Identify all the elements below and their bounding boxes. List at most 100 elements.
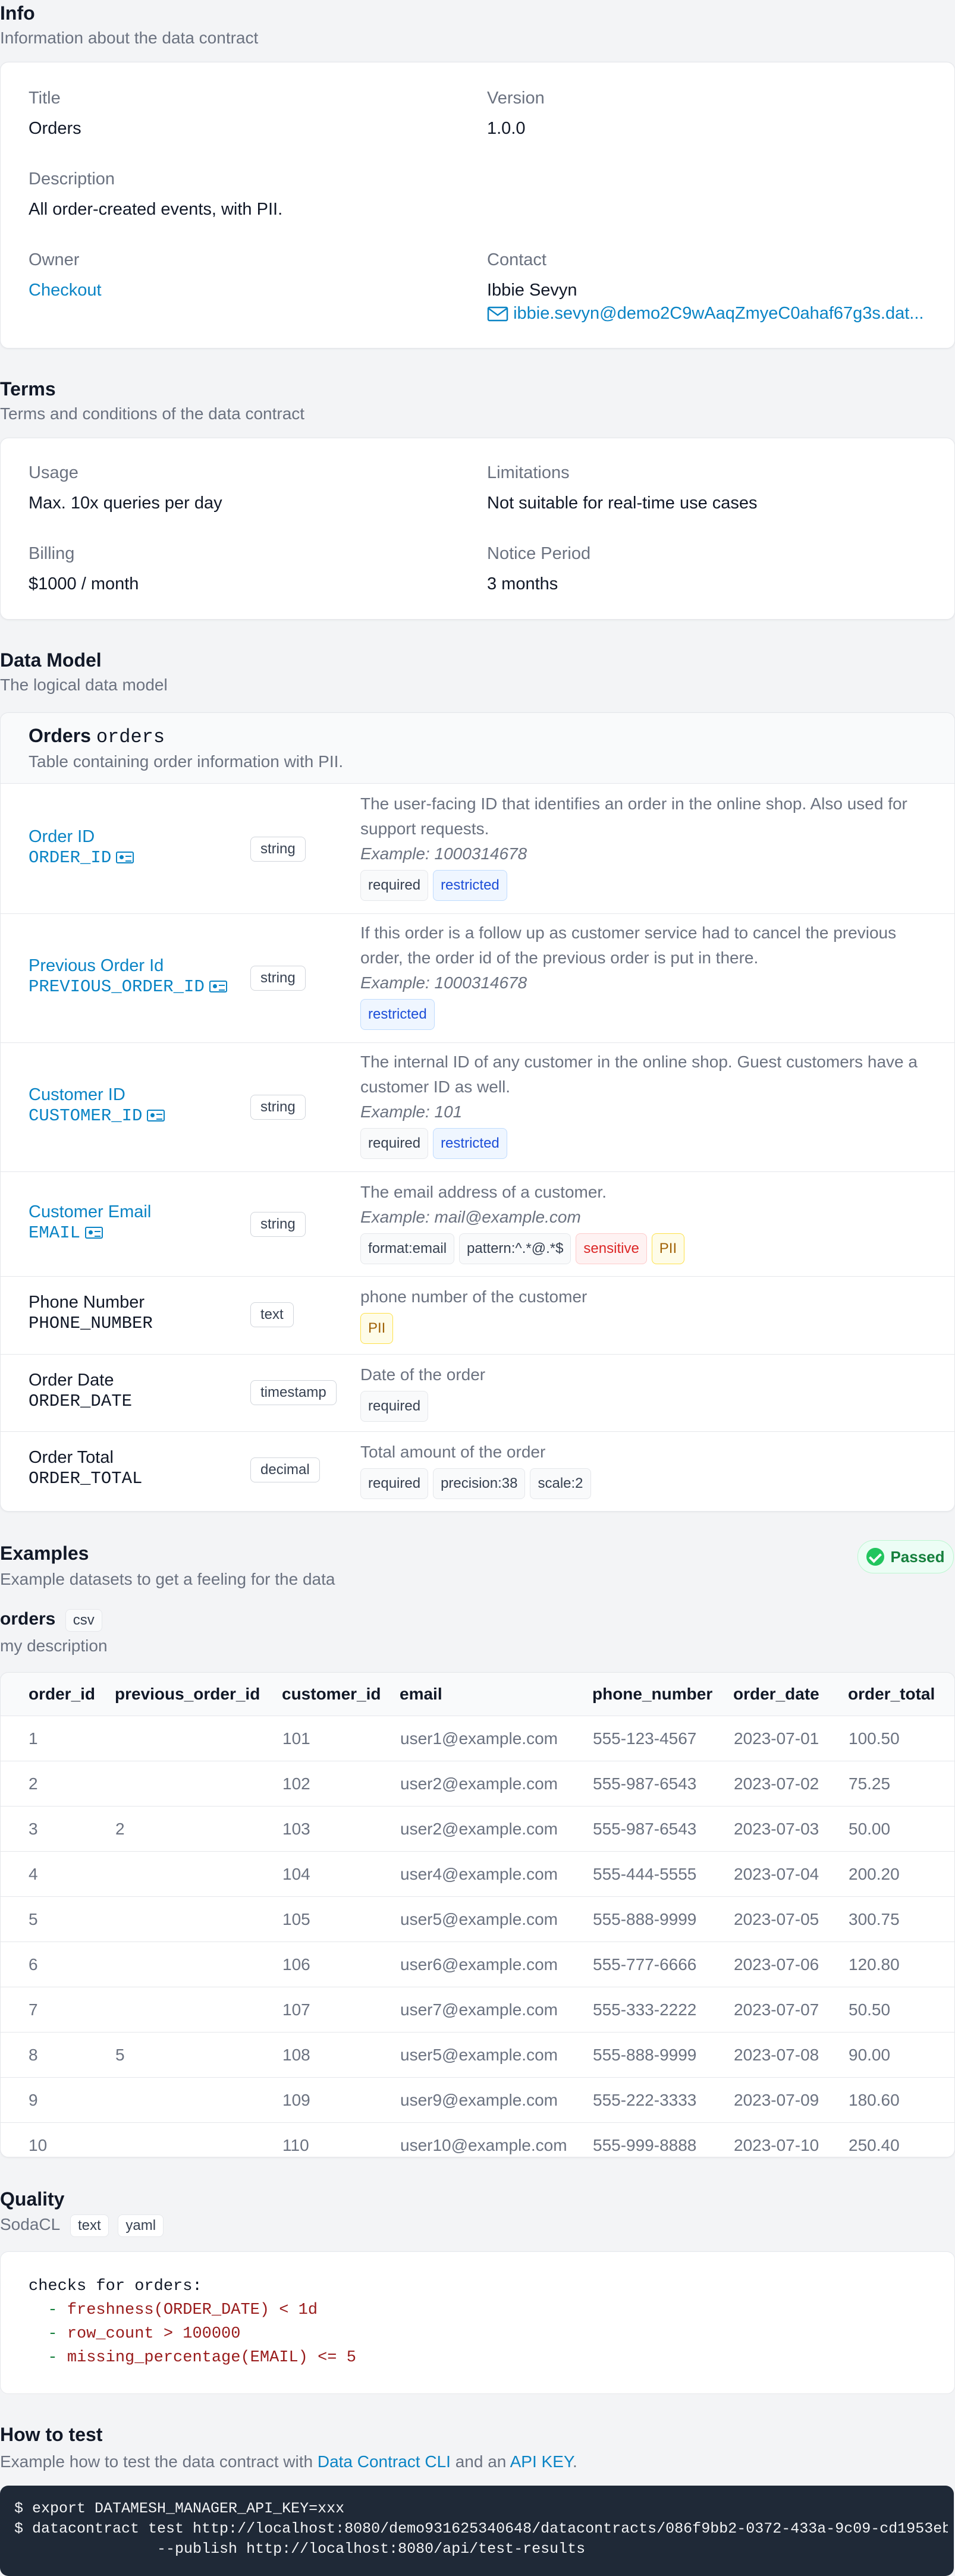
table-cell: 5 [115, 2032, 282, 2078]
table-cell: 101 [282, 1716, 400, 1761]
terminal-line: $ export DATAMESH_MANAGER_API_KEY=xxx [14, 2500, 345, 2517]
table-cell: 2 [1, 1761, 115, 1807]
table-cell: 2 [115, 1806, 282, 1852]
quality-code: checks for orders: - freshness(ORDER_DAT… [29, 2277, 356, 2367]
contact-email-row[interactable]: ibbie.sevyn@demo2C9wAaqZmyeC0ahaf67g3s.d… [487, 304, 939, 323]
field-name-cell: Order Date ORDER_DATE [29, 1371, 132, 1411]
field-title[interactable]: Order ID [29, 827, 134, 847]
table-cell: 110 [282, 2122, 400, 2157]
table-cell: 555-777-6666 [592, 1942, 733, 1987]
usage-label: Usage [29, 463, 78, 482]
type-badge: text [250, 1302, 294, 1327]
field-physical-name: ORDER_ID [29, 848, 112, 868]
field-row-previous-order-id[interactable]: Previous Order Id PREVIOUS_ORDER_ID stri… [1, 913, 954, 1043]
field-name: ORDER_TOTAL [29, 1469, 143, 1488]
version-label: Version [487, 89, 545, 108]
field-tags: PII [360, 1313, 943, 1344]
model-title-row: Orders orders [29, 725, 165, 748]
version-value: 1.0.0 [487, 119, 526, 138]
id-card-icon [85, 1227, 103, 1239]
limitations-value: Not suitable for real-time use cases [487, 494, 758, 513]
tag-restricted: restricted [360, 999, 435, 1030]
table-cell: 2023-07-03 [733, 1806, 848, 1852]
terms-card: Usage Max. 10x queries per day Limitatio… [0, 438, 955, 620]
table-cell: 2023-07-05 [733, 1896, 848, 1942]
field-description: Date of the order [360, 1365, 486, 1384]
table-cell: user4@example.com [400, 1851, 592, 1897]
passed-label: Passed [890, 1547, 945, 1566]
cli-link[interactable]: Data Contract CLI [318, 2452, 451, 2471]
table-cell [115, 1987, 282, 2032]
table-row: 10 110 user10@example.com 555-999-8888 2023-… [1, 2122, 954, 2157]
table-cell: 180.60 [848, 2077, 954, 2123]
field-description: If this order is a follow up as customer… [360, 923, 897, 967]
field-row-order-total[interactable]: Order Total ORDER_TOTAL decimal Total am… [1, 1431, 954, 1510]
field-description: The email address of a customer. [360, 1183, 607, 1201]
table-cell: 4 [1, 1851, 115, 1897]
table-cell: 555-222-3333 [592, 2077, 733, 2123]
tag-required: required [360, 870, 429, 901]
field-tags: restricted [360, 999, 943, 1030]
type-badge: string [250, 1212, 306, 1237]
field-physical-name: PREVIOUS_ORDER_ID [29, 977, 205, 997]
check-circle-icon [866, 1548, 885, 1566]
field-name: PHONE_NUMBER [29, 1314, 153, 1333]
version-field: Version 1.0.0 [487, 89, 545, 139]
column-header: order_date [733, 1673, 848, 1716]
type-badge: string [250, 837, 306, 862]
table-cell: 3 [1, 1806, 115, 1852]
field-title[interactable]: Previous Order Id [29, 956, 227, 976]
code-head: checks for orders: [29, 2277, 202, 2295]
notice-value: 3 months [487, 574, 558, 593]
field-title: Phone Number [29, 1293, 145, 1312]
field-title[interactable]: Customer Email [29, 1202, 151, 1222]
table-row: 2 102 user2@example.com 555-987-6543 2023-07… [1, 1761, 954, 1807]
field-row-customer-id[interactable]: Customer ID CUSTOMER_ID string The inter… [1, 1042, 954, 1172]
column-header: email [400, 1673, 592, 1716]
field-name-cell: Previous Order Id PREVIOUS_ORDER_ID [29, 956, 227, 997]
text-toggle-button[interactable]: text [70, 2214, 109, 2237]
table-cell: user9@example.com [400, 2077, 592, 2123]
table-cell: user1@example.com [400, 1716, 592, 1761]
table-cell: 200.20 [848, 1851, 954, 1897]
terms-title: Terms [0, 378, 56, 400]
billing-field: Billing $1000 / month [29, 544, 139, 594]
subtitle-text: . [572, 2452, 577, 2471]
info-title: Info [0, 2, 35, 24]
table-cell: 555-333-2222 [592, 1987, 733, 2032]
table-cell [115, 1851, 282, 1897]
table-row: 9 109 user9@example.com 555-222-3333 2023-07… [1, 2077, 954, 2123]
contact-email-link[interactable]: ibbie.sevyn@demo2C9wAaqZmyeC0ahaf67g3s.d… [513, 304, 923, 323]
field-tags: required [360, 1391, 943, 1422]
billing-label: Billing [29, 544, 75, 563]
yaml-toggle-button[interactable]: yaml [118, 2214, 164, 2237]
table-cell: 109 [282, 2077, 400, 2123]
table-cell: 555-444-5555 [592, 1851, 733, 1897]
mail-icon [487, 307, 508, 322]
table-cell: 555-888-9999 [592, 2032, 733, 2078]
notice-label: Notice Period [487, 544, 591, 563]
table-cell: 120.80 [848, 1942, 954, 1987]
table-cell: 300.75 [848, 1896, 954, 1942]
field-title: Order Date [29, 1371, 114, 1390]
dataset-description: my description [0, 1636, 108, 1655]
field-name: ORDER_DATE [29, 1391, 133, 1411]
quality-type-row: SodaCL text yaml [0, 2214, 168, 2237]
tag-scale: scale:2 [530, 1468, 591, 1499]
field-description: phone number of the customer [360, 1287, 588, 1306]
field-name: PREVIOUS_ORDER_ID [29, 977, 227, 997]
field-row-phone-number[interactable]: Phone Number PHONE_NUMBER text phone num… [1, 1276, 954, 1355]
field-details: Total amount of the order required precis… [360, 1440, 943, 1499]
field-example: Example: 1000314678 [360, 973, 527, 992]
field-title[interactable]: Customer ID [29, 1085, 165, 1105]
owner-link[interactable]: Checkout [29, 281, 102, 300]
field-row-customer-email[interactable]: Customer Email EMAIL string The email ad… [1, 1171, 954, 1277]
field-tags: required restricted [360, 870, 943, 901]
data-model-title: Data Model [0, 649, 102, 671]
table-cell: user2@example.com [400, 1806, 592, 1852]
table-cell: 107 [282, 1987, 400, 2032]
field-row-order-date[interactable]: Order Date ORDER_DATE timestamp Date of … [1, 1354, 954, 1432]
api-key-link[interactable]: API KEY [510, 2452, 573, 2471]
field-row-order-id[interactable]: Order ID ORDER_ID string The user-facing… [1, 784, 954, 914]
tag-required: required [360, 1391, 429, 1422]
